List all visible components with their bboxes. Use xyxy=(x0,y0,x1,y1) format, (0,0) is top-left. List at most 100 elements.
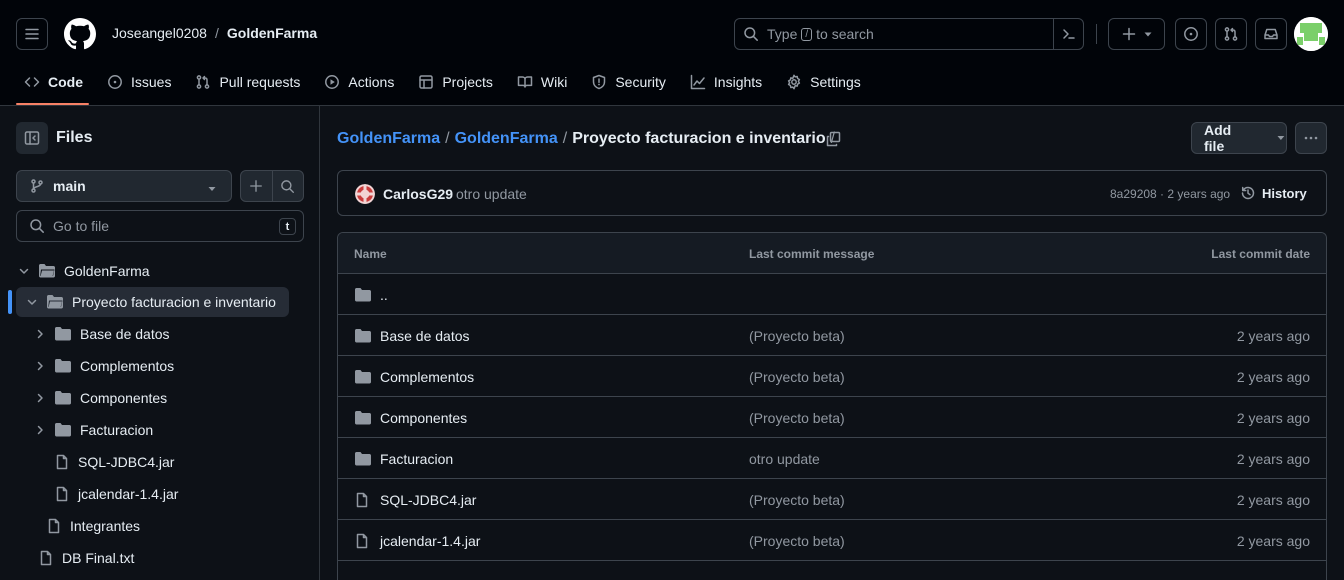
search-icon xyxy=(744,27,758,41)
more-options-button[interactable] xyxy=(1295,122,1327,154)
search-icon xyxy=(281,179,295,193)
add-file-label: Add file xyxy=(1204,122,1232,154)
commit-meta[interactable]: 8a29208 · 2 years ago xyxy=(1110,187,1230,201)
tree-item-proyecto-facturacion[interactable]: Proyecto facturacion e inventario xyxy=(16,287,289,317)
add-file-tree-button[interactable] xyxy=(241,171,273,201)
tab-security-label: Security xyxy=(615,74,666,90)
tab-actions[interactable]: Actions xyxy=(316,64,402,100)
history-icon xyxy=(1241,186,1255,200)
row-commit-message[interactable]: (Proyecto beta) xyxy=(749,369,845,385)
tree-item-label: Complementos xyxy=(80,358,175,374)
inbox-button[interactable] xyxy=(1255,18,1287,50)
row-commit-message[interactable]: (Proyecto beta) xyxy=(749,492,845,508)
go-to-file-input[interactable]: Go to file t xyxy=(16,210,304,242)
tree-item-base-de-datos[interactable]: Base de datos xyxy=(34,319,170,349)
tree-item-label: GoldenFarma xyxy=(64,263,150,279)
selected-indicator xyxy=(8,290,12,314)
tab-settings[interactable]: Settings xyxy=(778,64,869,100)
table-row[interactable]: Base de datos (Proyecto beta) 2 years ag… xyxy=(338,315,1326,356)
tree-item-facturacion[interactable]: Facturacion xyxy=(34,415,153,445)
tree-item-goldenfarma[interactable]: GoldenFarma xyxy=(18,256,150,286)
row-name-link[interactable]: SQL-JDBC4.jar xyxy=(380,492,476,508)
table-row[interactable]: jcalendar-1.4.jar (Proyecto beta) 2 year… xyxy=(338,520,1326,561)
search-placeholder-suffix: to search xyxy=(816,26,874,42)
table-row[interactable]: Complementos (Proyecto beta) 2 years ago xyxy=(338,356,1326,397)
tree-item-sql-jdbc4[interactable]: SQL-JDBC4.jar xyxy=(54,447,174,477)
tab-projects[interactable]: Projects xyxy=(410,64,501,100)
user-avatar[interactable] xyxy=(1294,17,1328,51)
search-tree-button[interactable] xyxy=(273,171,304,201)
repo-name-link[interactable]: GoldenFarma xyxy=(227,25,317,41)
path-current: Proyecto facturacion e inventario xyxy=(572,130,826,147)
row-name-link[interactable]: jcalendar-1.4.jar xyxy=(380,533,480,549)
tab-security[interactable]: Security xyxy=(583,64,674,100)
row-commit-date: 2 years ago xyxy=(1236,328,1310,344)
tab-wiki[interactable]: Wiki xyxy=(509,64,575,100)
tab-issues-label: Issues xyxy=(131,74,172,90)
row-commit-message[interactable]: (Proyecto beta) xyxy=(749,328,845,344)
folder-open-icon xyxy=(47,295,63,309)
tab-pull-requests[interactable]: Pull requests xyxy=(187,64,308,100)
plus-icon xyxy=(250,180,263,192)
row-name-link[interactable]: Base de datos xyxy=(380,328,470,344)
file-icon xyxy=(356,492,368,508)
tab-issues[interactable]: Issues xyxy=(99,64,179,100)
path-separator: / xyxy=(445,130,450,147)
table-row[interactable]: SQL-JDBC4.jar (Proyecto beta) 2 years ag… xyxy=(338,479,1326,520)
row-commit-message[interactable]: (Proyecto beta) xyxy=(749,533,845,549)
tab-settings-label: Settings xyxy=(810,74,861,90)
row-commit-message[interactable]: otro update xyxy=(749,451,820,467)
history-button[interactable]: History xyxy=(1240,185,1307,201)
app-header: Joseangel0208 / GoldenFarma Type / to se… xyxy=(0,0,1344,106)
tree-item-complementos[interactable]: Complementos xyxy=(34,351,174,381)
terminal-icon xyxy=(1062,29,1075,39)
search-input[interactable]: Type / to search xyxy=(734,18,1084,50)
branch-selector[interactable]: main xyxy=(16,170,232,202)
your-pull-requests-button[interactable] xyxy=(1215,18,1247,50)
row-name-link[interactable]: Componentes xyxy=(380,410,467,426)
github-logo-icon[interactable] xyxy=(64,18,96,50)
files-title: Files xyxy=(56,129,93,146)
hamburger-icon xyxy=(25,28,39,40)
sidebar-collapse-icon xyxy=(24,131,40,145)
commit-message[interactable]: otro update xyxy=(456,186,527,202)
header-divider xyxy=(1096,24,1097,44)
parent-directory-label: .. xyxy=(380,287,388,303)
commit-author-avatar[interactable] xyxy=(355,184,375,204)
pull-request-icon xyxy=(1224,27,1238,41)
row-commit-date: 2 years ago xyxy=(1236,492,1310,508)
path-root-link[interactable]: GoldenFarma xyxy=(337,130,440,148)
copy-path-button[interactable] xyxy=(820,126,846,152)
chevron-down-icon xyxy=(208,187,216,191)
parent-directory-row[interactable]: .. xyxy=(338,274,1326,315)
branch-name: main xyxy=(53,178,86,194)
column-last-commit-date: Last commit date xyxy=(1211,247,1310,261)
tree-item-jcalendar[interactable]: jcalendar-1.4.jar xyxy=(54,479,178,509)
tree-item-db-final[interactable]: DB Final.txt xyxy=(38,543,134,573)
repo-owner-link[interactable]: Joseangel0208 xyxy=(112,25,207,41)
row-commit-message[interactable]: (Proyecto beta) xyxy=(749,410,845,426)
active-tab-indicator xyxy=(16,103,89,105)
commit-author[interactable]: CarlosG29 xyxy=(383,186,453,202)
folder-icon xyxy=(355,370,371,384)
table-row[interactable]: Facturacion otro update 2 years ago xyxy=(338,438,1326,479)
row-commit-date: 2 years ago xyxy=(1236,533,1310,549)
row-name-link[interactable]: Complementos xyxy=(380,369,474,385)
menu-button[interactable] xyxy=(16,18,48,50)
chevron-down-icon xyxy=(19,268,29,274)
path-dir-link[interactable]: GoldenFarma xyxy=(455,130,558,148)
tab-insights[interactable]: Insights xyxy=(682,64,770,100)
create-new-button[interactable] xyxy=(1108,18,1165,50)
your-issues-button[interactable] xyxy=(1175,18,1207,50)
tree-item-integrantes[interactable]: Integrantes xyxy=(46,511,140,541)
tree-item-componentes[interactable]: Componentes xyxy=(34,383,167,413)
command-palette-button[interactable] xyxy=(1053,19,1083,49)
issue-opened-icon xyxy=(1184,27,1198,41)
file-icon xyxy=(56,486,68,502)
row-name-link[interactable]: Facturacion xyxy=(380,451,453,467)
collapse-sidebar-button[interactable] xyxy=(16,122,48,154)
tab-code[interactable]: Code xyxy=(16,64,91,100)
repo-nav-tabs: Code Issues Pull requests Actions Projec… xyxy=(16,64,877,106)
add-file-button[interactable]: Add file xyxy=(1191,122,1287,154)
table-row[interactable]: Componentes (Proyecto beta) 2 years ago xyxy=(338,397,1326,438)
